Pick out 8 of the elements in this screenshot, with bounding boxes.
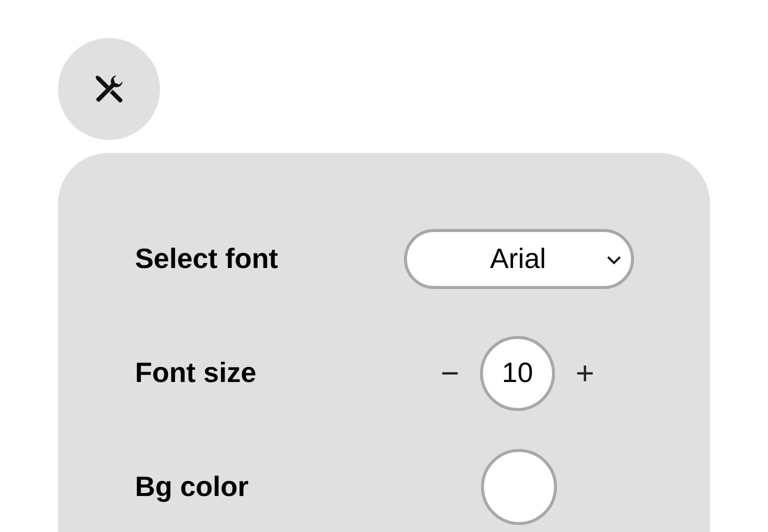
- setting-label: Select font: [135, 242, 280, 276]
- setting-label: Bg color: [135, 470, 250, 504]
- chevron-down-icon: [607, 256, 621, 265]
- setting-label: Font size: [135, 356, 258, 390]
- decrement-button[interactable]: −: [434, 349, 466, 397]
- font-select[interactable]: Arial: [404, 229, 634, 289]
- increment-button[interactable]: +: [569, 349, 601, 397]
- font-size-field[interactable]: 10: [480, 336, 555, 410]
